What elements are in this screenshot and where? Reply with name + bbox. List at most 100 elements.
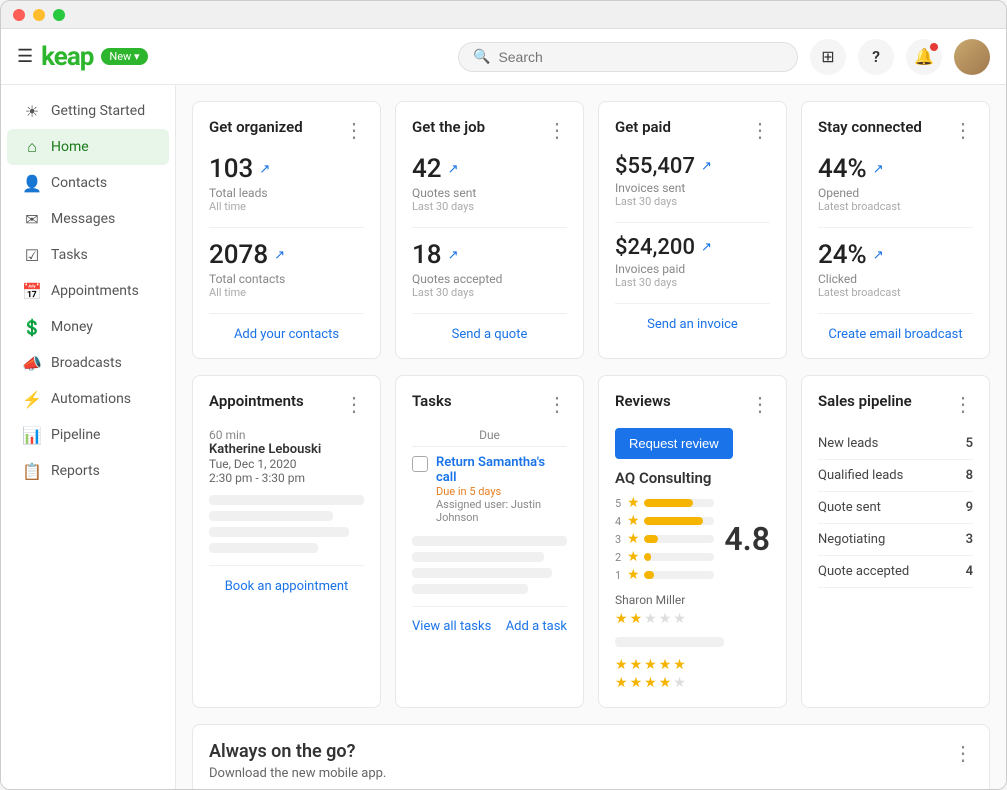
sidebar-label-tasks: Tasks bbox=[51, 247, 88, 263]
appointments-icon: 📅 bbox=[23, 282, 41, 300]
total-leads-link-icon[interactable]: ↗ bbox=[259, 162, 270, 177]
quotes-accepted-link-icon[interactable]: ↗ bbox=[448, 248, 459, 263]
card-pipeline-menu[interactable]: ⋮ bbox=[953, 392, 973, 416]
search-input[interactable] bbox=[498, 49, 783, 65]
add-task-link[interactable]: Add a task bbox=[506, 619, 567, 634]
avatar[interactable] bbox=[954, 39, 990, 75]
sidebar-item-reports[interactable]: 📋 Reports bbox=[7, 453, 169, 489]
appointment-name: Katherine Lebouski bbox=[209, 442, 364, 457]
sidebar-label-contacts: Contacts bbox=[51, 175, 107, 191]
total-leads-sublabel: All time bbox=[209, 200, 364, 213]
sidebar-item-automations[interactable]: ⚡ Automations bbox=[7, 381, 169, 417]
request-review-button[interactable]: Request review bbox=[615, 428, 733, 459]
appointment-time: 2:30 pm - 3:30 pm bbox=[209, 471, 364, 485]
new-badge[interactable]: New ▾ bbox=[101, 48, 147, 65]
star-bar-3 bbox=[644, 535, 658, 543]
pipeline-negotiating-value: 3 bbox=[966, 532, 973, 547]
sidebar-item-appointments[interactable]: 📅 Appointments bbox=[7, 273, 169, 309]
sidebar-item-getting-started[interactable]: ☀ Getting Started bbox=[7, 93, 169, 129]
star-row-1: 1 ★ bbox=[615, 567, 714, 583]
sidebar: ☀ Getting Started ⌂ Home 👤 Contacts ✉ Me… bbox=[1, 85, 176, 789]
total-contacts-link-icon[interactable]: ↗ bbox=[274, 248, 285, 263]
invoices-sent-link-icon[interactable]: ↗ bbox=[701, 159, 712, 174]
quotes-accepted-label: Quotes accepted bbox=[412, 272, 567, 286]
pipeline-quote-sent-label: Quote sent bbox=[818, 500, 881, 515]
card-tasks: Tasks ⋮ Due Return Samantha's call Due i… bbox=[395, 375, 584, 708]
pipeline-qualified-label: Qualified leads bbox=[818, 468, 903, 483]
pipeline-row-negotiating: Negotiating 3 bbox=[818, 524, 973, 556]
star-row-5: 5 ★ bbox=[615, 495, 714, 511]
clicked-label: Clicked bbox=[818, 272, 973, 286]
sidebar-label-getting-started: Getting Started bbox=[51, 103, 145, 119]
menu-icon[interactable]: ☰ bbox=[17, 46, 33, 67]
card-reviews-menu[interactable]: ⋮ bbox=[750, 392, 770, 416]
sidebar-item-pipeline[interactable]: 📊 Pipeline bbox=[7, 417, 169, 453]
person3-star4: ★ bbox=[659, 675, 672, 691]
sidebar-item-contacts[interactable]: 👤 Contacts bbox=[7, 165, 169, 201]
sidebar-item-tasks[interactable]: ☑ Tasks bbox=[7, 237, 169, 273]
top-bar: ☰ keap New ▾ 🔍 ⊞ ? 🔔 bbox=[1, 29, 1006, 85]
minimize-btn[interactable] bbox=[33, 9, 45, 21]
close-btn[interactable] bbox=[13, 9, 25, 21]
send-quote-link[interactable]: Send a quote bbox=[452, 327, 528, 342]
card-organized-menu[interactable]: ⋮ bbox=[344, 118, 364, 142]
invoices-paid-value: $24,200 bbox=[615, 235, 695, 260]
card-stay-connected: Stay connected ⋮ 44% ↗ Opened Latest bro… bbox=[801, 101, 990, 359]
notification-icon-btn[interactable]: 🔔 bbox=[906, 39, 942, 75]
card-job-menu[interactable]: ⋮ bbox=[547, 118, 567, 142]
sidebar-item-home[interactable]: ⌂ Home bbox=[7, 129, 169, 165]
pipeline-quote-accepted-value: 4 bbox=[966, 564, 973, 579]
add-contacts-link[interactable]: Add your contacts bbox=[234, 327, 339, 342]
card-paid-menu[interactable]: ⋮ bbox=[750, 118, 770, 142]
sidebar-item-messages[interactable]: ✉ Messages bbox=[7, 201, 169, 237]
content-area: Get organized ⋮ 103 ↗ Total leads All ti… bbox=[176, 85, 1006, 789]
sidebar-label-money: Money bbox=[51, 319, 93, 335]
opened-link-icon[interactable]: ↗ bbox=[873, 162, 884, 177]
card-appointments-menu[interactable]: ⋮ bbox=[344, 392, 364, 416]
book-appointment-link[interactable]: Book an appointment bbox=[225, 579, 349, 594]
help-icon-btn[interactable]: ? bbox=[858, 39, 894, 75]
star-bar-2 bbox=[644, 553, 651, 561]
skeleton-2 bbox=[209, 511, 333, 521]
card-reviews: Reviews ⋮ Request review AQ Consulting 5… bbox=[598, 375, 787, 708]
maximize-btn[interactable] bbox=[53, 9, 65, 21]
person2-star4: ★ bbox=[659, 657, 672, 673]
sidebar-item-broadcasts[interactable]: 📣 Broadcasts bbox=[7, 345, 169, 381]
quotes-sent-link-icon[interactable]: ↗ bbox=[448, 162, 459, 177]
notification-dot bbox=[930, 43, 938, 51]
pipeline-quote-accepted-label: Quote accepted bbox=[818, 564, 909, 579]
card-appointments: Appointments ⋮ 60 min Katherine Lebouski… bbox=[192, 375, 381, 708]
star-bar-1 bbox=[644, 571, 655, 579]
mobile-app-menu[interactable]: ⋮ bbox=[953, 741, 973, 789]
pipeline-new-leads-value: 5 bbox=[966, 436, 973, 451]
clicked-link-icon[interactable]: ↗ bbox=[873, 248, 884, 263]
sidebar-label-messages: Messages bbox=[51, 211, 115, 227]
invoices-paid-link-icon[interactable]: ↗ bbox=[701, 240, 712, 255]
top-icons: ⊞ ? 🔔 bbox=[810, 39, 990, 75]
card-tasks-menu[interactable]: ⋮ bbox=[547, 392, 567, 416]
top-cards-row: Get organized ⋮ 103 ↗ Total leads All ti… bbox=[192, 101, 990, 359]
total-contacts-value: 2078 bbox=[209, 240, 268, 270]
opened-label: Opened bbox=[818, 186, 973, 200]
card-get-paid: Get paid ⋮ $55,407 ↗ Invoices sent Last … bbox=[598, 101, 787, 359]
person3-star5: ★ bbox=[673, 675, 686, 691]
invoices-sent-value: $55,407 bbox=[615, 154, 695, 179]
grid-icon-btn[interactable]: ⊞ bbox=[810, 39, 846, 75]
task-checkbox[interactable] bbox=[412, 456, 428, 472]
card-pipeline-title: Sales pipeline bbox=[818, 392, 912, 410]
card-get-organized: Get organized ⋮ 103 ↗ Total leads All ti… bbox=[192, 101, 381, 359]
send-invoice-link[interactable]: Send an invoice bbox=[647, 317, 738, 332]
task-skeleton-3 bbox=[412, 568, 552, 578]
pipeline-icon: 📊 bbox=[23, 426, 41, 444]
sidebar-item-money[interactable]: 💲 Money bbox=[7, 309, 169, 345]
pipeline-new-leads-label: New leads bbox=[818, 436, 878, 451]
bottom-cards-row: Appointments ⋮ 60 min Katherine Lebouski… bbox=[192, 375, 990, 708]
sidebar-label-home: Home bbox=[51, 139, 89, 155]
card-connected-menu[interactable]: ⋮ bbox=[953, 118, 973, 142]
pipeline-row-qualified: Qualified leads 8 bbox=[818, 460, 973, 492]
invoices-sent-label: Invoices sent bbox=[615, 181, 770, 195]
create-broadcast-link[interactable]: Create email broadcast bbox=[828, 327, 962, 342]
review-company: AQ Consulting bbox=[615, 469, 770, 487]
view-all-tasks-link[interactable]: View all tasks bbox=[412, 619, 491, 634]
total-contacts-label: Total contacts bbox=[209, 272, 364, 286]
